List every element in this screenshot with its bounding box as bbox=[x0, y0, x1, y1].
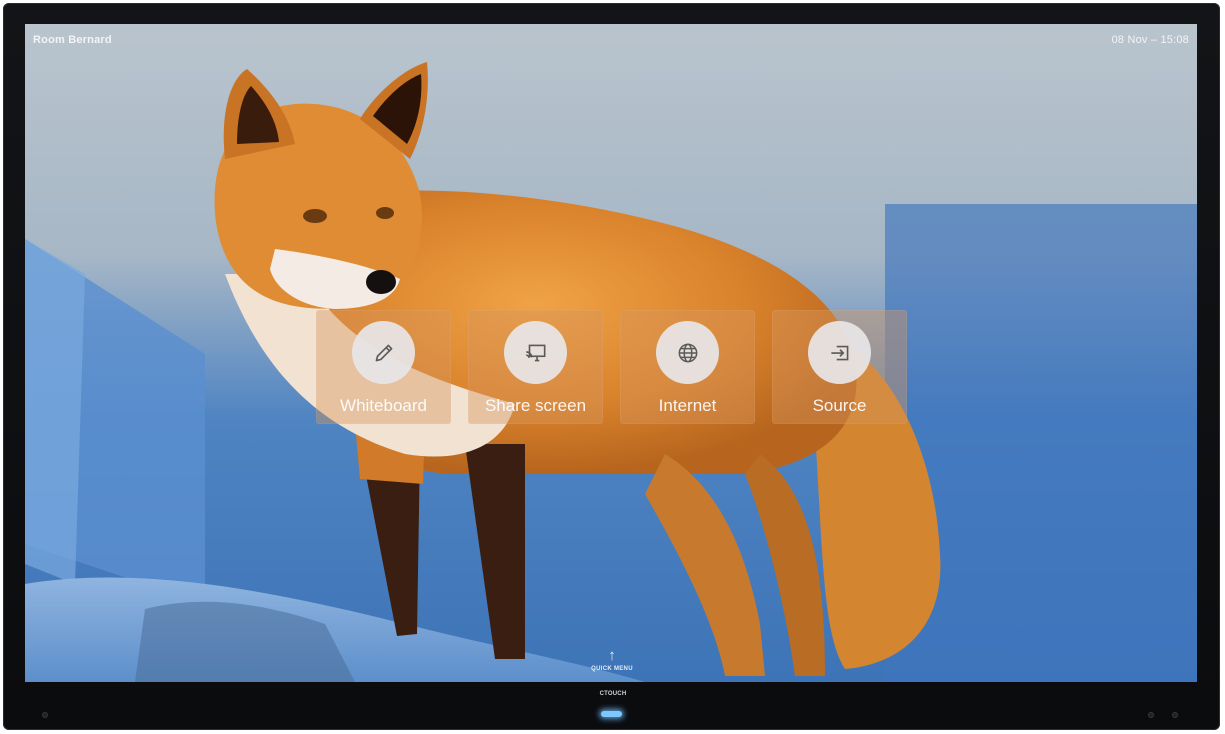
quick-menu-button[interactable]: ↑ QUICK MENU bbox=[585, 647, 639, 673]
source-tile[interactable]: Source bbox=[772, 310, 907, 424]
room-name: Room Bernard bbox=[33, 34, 112, 46]
arrow-up-icon: ↑ bbox=[608, 647, 616, 664]
internet-label: Internet bbox=[658, 396, 717, 415]
pencil-icon bbox=[352, 321, 415, 384]
globe-icon bbox=[656, 321, 719, 384]
cast-screen-icon bbox=[504, 321, 567, 384]
remote-sensor bbox=[1172, 712, 1178, 718]
home-screen: Room Bernard 08 Nov – 15:08 Whiteboard S… bbox=[25, 24, 1197, 682]
whiteboard-tile[interactable]: Whiteboard bbox=[316, 310, 451, 424]
whiteboard-label: Whiteboard bbox=[340, 396, 427, 415]
share-screen-tile[interactable]: Share screen bbox=[468, 310, 603, 424]
source-label: Source bbox=[812, 396, 867, 415]
internet-tile[interactable]: Internet bbox=[620, 310, 755, 424]
input-source-icon bbox=[808, 321, 871, 384]
fox-wallpaper bbox=[25, 24, 1197, 682]
date-time: 08 Nov – 15:08 bbox=[1111, 34, 1189, 46]
quick-menu-label: QUICK MENU bbox=[591, 666, 633, 672]
camera-sensor bbox=[1148, 712, 1154, 718]
ambient-sensor bbox=[42, 712, 48, 718]
power-button[interactable] bbox=[601, 711, 622, 717]
brand-logo: CTOUCH bbox=[599, 691, 627, 697]
share-screen-label: Share screen bbox=[484, 396, 587, 415]
